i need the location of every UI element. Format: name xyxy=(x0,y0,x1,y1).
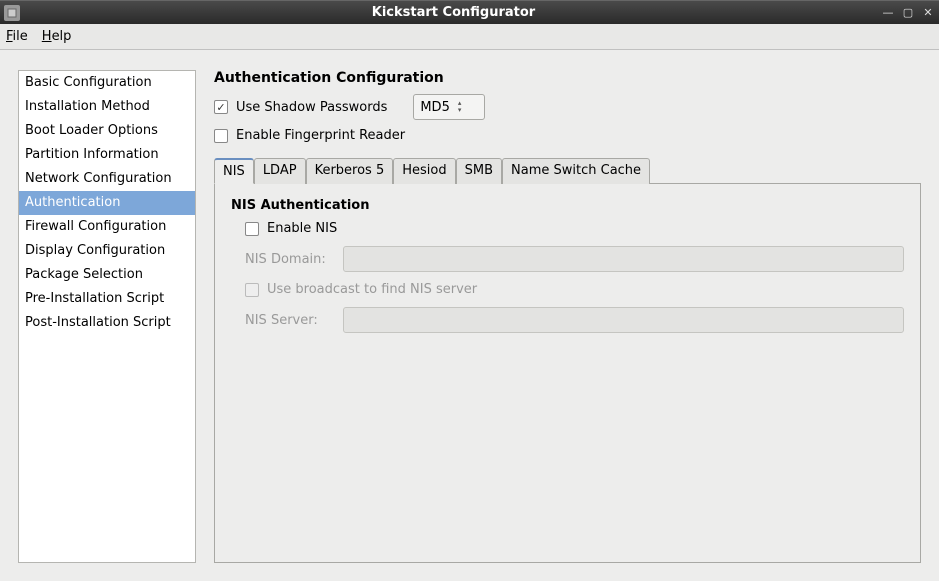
sidebar-item[interactable]: Authentication xyxy=(19,191,195,215)
window-title: Kickstart Configurator xyxy=(26,5,881,20)
nis-heading: NIS Authentication xyxy=(231,198,904,213)
main-pane: Authentication Configuration ✓ Use Shado… xyxy=(214,70,921,563)
nis-broadcast-label: Use broadcast to find NIS server xyxy=(267,282,477,297)
app-icon xyxy=(4,5,20,21)
nis-domain-input[interactable] xyxy=(343,246,904,272)
menu-help[interactable]: Help xyxy=(42,29,72,44)
use-shadow-checkbox[interactable]: ✓ xyxy=(214,100,228,114)
sidebar-item[interactable]: Partition Information xyxy=(19,143,195,167)
use-shadow-label: Use Shadow Passwords xyxy=(236,100,387,115)
tab[interactable]: Hesiod xyxy=(393,158,455,184)
nis-domain-label: NIS Domain: xyxy=(245,252,335,267)
enable-nis-label: Enable NIS xyxy=(267,221,337,236)
tab[interactable]: LDAP xyxy=(254,158,306,184)
sidebar-item[interactable]: Firewall Configuration xyxy=(19,215,195,239)
tab[interactable]: Kerberos 5 xyxy=(306,158,394,184)
nis-broadcast-checkbox xyxy=(245,283,259,297)
tab-pane-nis: NIS Authentication Enable NIS NIS Domain… xyxy=(214,184,921,563)
spin-icon: ▴▾ xyxy=(458,100,462,114)
tab[interactable]: Name Switch Cache xyxy=(502,158,650,184)
tab-bar: NISLDAPKerberos 5HesiodSMBName Switch Ca… xyxy=(214,157,921,184)
page-heading: Authentication Configuration xyxy=(214,70,921,86)
nis-server-label: NIS Server: xyxy=(245,313,335,328)
sidebar-item[interactable]: Pre-Installation Script xyxy=(19,287,195,311)
sidebar-item[interactable]: Display Configuration xyxy=(19,239,195,263)
sidebar-item[interactable]: Installation Method xyxy=(19,95,195,119)
nis-server-input[interactable] xyxy=(343,307,904,333)
hash-algo-select[interactable]: MD5 ▴▾ xyxy=(413,94,485,120)
tab[interactable]: NIS xyxy=(214,158,254,184)
minimize-icon[interactable]: — xyxy=(881,6,895,20)
sidebar-item[interactable]: Boot Loader Options xyxy=(19,119,195,143)
tab[interactable]: SMB xyxy=(456,158,502,184)
sidebar-item[interactable]: Package Selection xyxy=(19,263,195,287)
enable-fpr-checkbox[interactable] xyxy=(214,129,228,143)
titlebar: Kickstart Configurator — ▢ ✕ xyxy=(0,0,939,24)
enable-fpr-label: Enable Fingerprint Reader xyxy=(236,128,405,143)
sidebar-item[interactable]: Post-Installation Script xyxy=(19,311,195,335)
sidebar-item[interactable]: Network Configuration xyxy=(19,167,195,191)
maximize-icon[interactable]: ▢ xyxy=(901,6,915,20)
menu-file[interactable]: File xyxy=(6,29,28,44)
close-icon[interactable]: ✕ xyxy=(921,6,935,20)
menubar: File Help xyxy=(0,24,939,50)
enable-nis-checkbox[interactable] xyxy=(245,222,259,236)
sidebar-item[interactable]: Basic Configuration xyxy=(19,71,195,95)
sidebar: Basic ConfigurationInstallation MethodBo… xyxy=(18,70,196,563)
hash-algo-value: MD5 xyxy=(420,100,450,115)
